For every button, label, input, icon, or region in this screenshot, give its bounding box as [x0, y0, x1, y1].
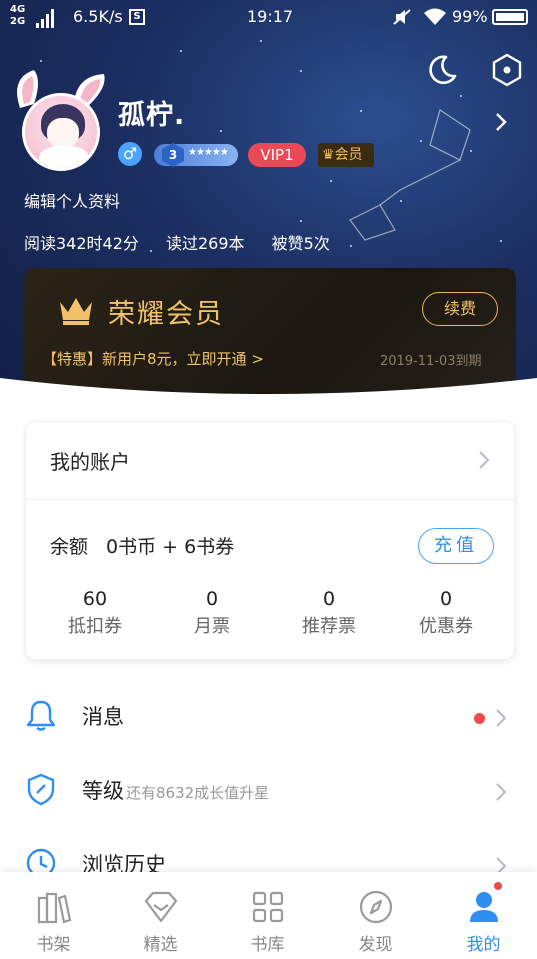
constellation-decoration — [349, 109, 471, 241]
my-account-row[interactable]: 我的账户 — [26, 422, 516, 500]
notification-dot — [492, 880, 504, 892]
clock: 19:17 — [247, 7, 294, 26]
ticket-value: 0 — [205, 588, 219, 610]
grid-icon — [252, 891, 284, 923]
likes-count: 被赞5次 — [271, 234, 330, 253]
level-stars: ★★★★★ — [188, 147, 229, 158]
ticket-label: 优惠券 — [419, 616, 473, 637]
tab-featured[interactable]: 精选 — [107, 872, 214, 959]
tab-mine[interactable]: 我的 — [430, 872, 537, 959]
level-hint: 还有8632成长值升星 — [126, 784, 270, 802]
sync-icon: S — [129, 9, 145, 25]
compass-icon — [359, 890, 393, 924]
ticket-monthly[interactable]: 0 月票 — [157, 588, 267, 638]
ticket-value: 60 — [82, 588, 108, 610]
ticket-value: 0 — [322, 588, 336, 610]
menu-item-level[interactable]: 等级 还有8632成长值升星 — [0, 754, 537, 826]
person-icon — [470, 892, 498, 922]
night-mode-icon[interactable] — [426, 54, 458, 86]
recharge-button[interactable]: 充值 — [418, 528, 494, 564]
bell-icon — [26, 700, 56, 731]
username[interactable]: 孤柠. — [118, 93, 185, 132]
wifi-icon — [424, 8, 446, 25]
tab-label: 精选 — [143, 935, 178, 955]
network-speed: 6.5K/s — [73, 7, 123, 26]
renew-button[interactable]: 续费 — [422, 292, 498, 326]
shield-icon — [27, 773, 55, 806]
tab-label: 发现 — [358, 935, 393, 955]
vip-badge[interactable]: VIP1 — [248, 143, 306, 167]
vip-card-title: 荣耀会员 — [108, 299, 224, 330]
balance-label: 余额 — [50, 536, 89, 558]
ticket-label: 抵扣券 — [68, 616, 122, 637]
signal-icon — [36, 6, 60, 28]
ticket-coupon[interactable]: 0 优惠券 — [391, 588, 501, 638]
bookshelf-icon — [37, 892, 72, 924]
menu-item-messages[interactable]: 消息 — [0, 680, 537, 752]
tab-label: 我的 — [466, 935, 501, 955]
member-badge[interactable]: ♛会员 — [318, 143, 374, 167]
chevron-right-icon — [496, 709, 507, 727]
bottom-nav: 书架 精选 书库 发现 我的 — [0, 872, 537, 959]
battery-icon — [492, 9, 528, 25]
crown-icon: ♛ — [322, 147, 335, 163]
diamond-icon — [144, 891, 178, 923]
reading-time: 阅读342时42分 — [24, 234, 139, 253]
tab-label: 书架 — [36, 935, 71, 955]
account-card: 我的账户 余额 0书币 + 6书券 充值 60 抵扣券 0 月票 0 推荐票 0 … — [25, 421, 516, 660]
tab-library[interactable]: 书库 — [214, 872, 321, 959]
settings-icon[interactable] — [491, 53, 523, 87]
mute-icon — [393, 9, 411, 25]
level-badge[interactable]: 3 ★★★★★ — [154, 143, 238, 167]
unread-dot — [474, 713, 485, 724]
crown-icon — [60, 298, 92, 325]
edit-profile-link[interactable]: 编辑个人资料 — [24, 188, 120, 212]
level-label: 等级 — [82, 779, 124, 803]
avatar[interactable] — [22, 93, 100, 171]
chevron-right-icon — [496, 783, 507, 801]
status-bar: 4G 2G 6.5K/s S 19:17 99% — [0, 0, 537, 34]
tab-label: 书库 — [250, 935, 285, 955]
network-type: 4G 2G — [10, 4, 26, 27]
ticket-recommend[interactable]: 0 推荐票 — [274, 588, 384, 638]
menu-label: 消息 — [82, 705, 124, 729]
ticket-label: 推荐票 — [302, 616, 356, 637]
profile-chevron-icon[interactable] — [494, 112, 508, 132]
battery-percent: 99% — [452, 7, 488, 26]
header-wave-divider — [0, 378, 537, 420]
tab-discover[interactable]: 发现 — [322, 872, 429, 959]
reading-stats: 阅读342时42分 读过269本 被赞5次 — [24, 230, 352, 254]
balance-value: 0书币 + 6书券 — [106, 536, 235, 558]
menu-label: 等级 还有8632成长值升星 — [82, 775, 269, 805]
tab-bookshelf[interactable]: 书架 — [0, 872, 107, 959]
account-title: 我的账户 — [50, 450, 130, 474]
chevron-right-icon — [479, 451, 490, 469]
balance: 余额 0书币 + 6书券 — [50, 532, 234, 559]
level-number: 3 — [162, 143, 184, 167]
ticket-label: 月票 — [194, 616, 230, 637]
ticket-deduction[interactable]: 60 抵扣券 — [40, 588, 150, 638]
ticket-value: 0 — [439, 588, 453, 610]
member-badge-label: 会员 — [334, 147, 363, 163]
male-gender-icon: ♂ — [118, 142, 142, 166]
books-read: 读过269本 — [166, 234, 245, 253]
